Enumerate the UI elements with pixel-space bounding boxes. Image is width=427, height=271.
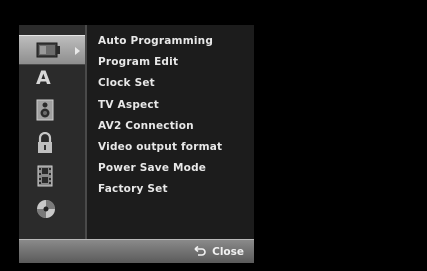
category-disc[interactable] [19, 194, 85, 224]
category-audio[interactable] [19, 95, 85, 125]
menu-footer: Close [19, 239, 254, 263]
category-general[interactable] [19, 35, 85, 65]
disc-icon [36, 199, 56, 219]
menu-item-factory-set[interactable]: Factory Set [98, 179, 250, 200]
setup-general-icon [36, 41, 62, 59]
menu-item-video-output-format[interactable]: Video output format [98, 137, 250, 158]
language-icon: A [36, 66, 51, 89]
setup-option-list: Auto Programming Program Edit Clock Set … [98, 31, 250, 201]
category-icon-column: A [19, 25, 85, 239]
active-category-arrow-icon [75, 47, 80, 55]
menu-item-program-edit[interactable]: Program Edit [98, 52, 250, 73]
menu-item-power-save-mode[interactable]: Power Save Mode [98, 158, 250, 179]
menu-item-av2-connection[interactable]: AV2 Connection [98, 116, 250, 137]
menu-divider [85, 25, 87, 239]
category-language[interactable]: A [19, 63, 85, 93]
film-recording-icon [36, 165, 54, 187]
close-button[interactable]: Close [193, 243, 244, 260]
menu-item-auto-programming[interactable]: Auto Programming [98, 31, 250, 52]
menu-item-clock-set[interactable]: Clock Set [98, 73, 250, 94]
category-lock[interactable] [19, 128, 85, 158]
return-arrow-icon [193, 245, 207, 258]
lock-icon [36, 132, 54, 154]
close-label: Close [212, 245, 244, 258]
category-recording[interactable] [19, 161, 85, 191]
audio-speaker-icon [36, 99, 54, 121]
menu-item-tv-aspect[interactable]: TV Aspect [98, 95, 250, 116]
setup-menu-panel: A Auto Programming Program Edit Clock Se… [19, 25, 254, 263]
